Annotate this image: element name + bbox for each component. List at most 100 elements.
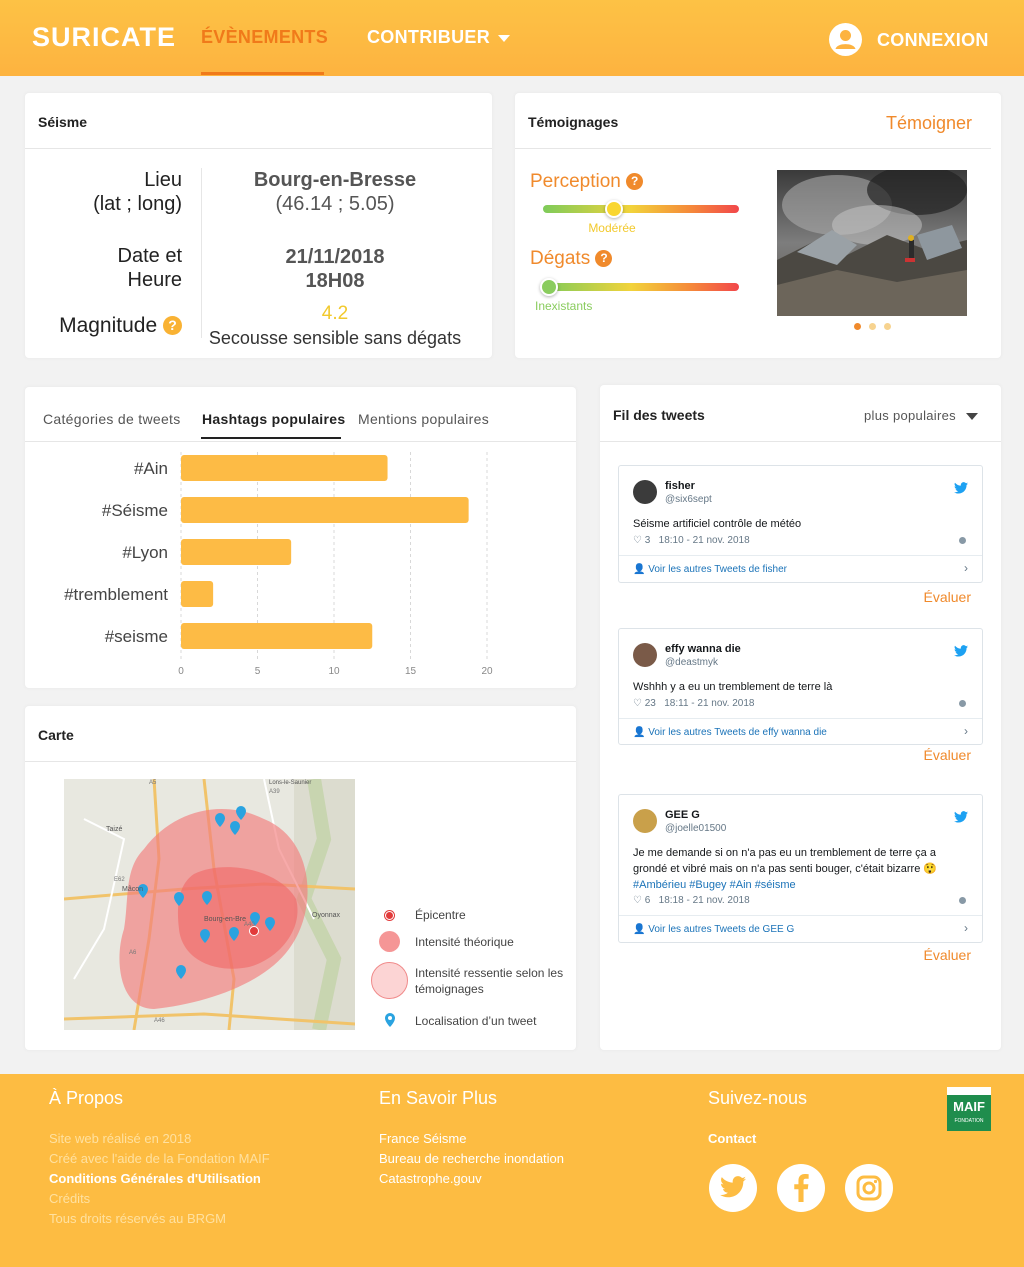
tab-hashtags[interactable]: Hashtags populaires bbox=[202, 411, 345, 427]
twitter-bird-icon[interactable] bbox=[954, 645, 968, 657]
nav-login[interactable]: CONNEXION bbox=[877, 30, 989, 51]
help-icon[interactable]: ? bbox=[163, 316, 182, 335]
legend-theorique: Intensité théorique bbox=[415, 935, 514, 949]
map-label-oyonnax: Oyonnax bbox=[312, 912, 341, 919]
place-label: Lieu (lat ; long) bbox=[93, 169, 182, 215]
map-label-taize: Taizé bbox=[106, 826, 122, 833]
tweets-title: Fil des tweets bbox=[613, 407, 705, 423]
nav-events[interactable]: ÉVÈNEMENTS bbox=[201, 27, 328, 48]
tweet-embed[interactable]: GEE G @joelle01500 Je me demande si on n… bbox=[618, 794, 983, 943]
tab-mentions[interactable]: Mentions populaires bbox=[358, 411, 489, 427]
tweet-more-link[interactable]: 👤 Voir les autres Tweets de effy wanna d… bbox=[633, 727, 827, 738]
footer-link-brgm[interactable]: Bureau de recherche inondation bbox=[379, 1149, 564, 1169]
twitter-bird-icon[interactable] bbox=[954, 811, 968, 823]
twitter-button[interactable] bbox=[709, 1164, 757, 1212]
logo-band bbox=[947, 1087, 991, 1095]
carousel-dot[interactable] bbox=[884, 323, 891, 330]
user-icon[interactable] bbox=[829, 23, 862, 56]
tweet-time: 18:11 - 21 nov. 2018 bbox=[664, 698, 755, 709]
tweet-divider bbox=[619, 915, 982, 916]
rate-button[interactable]: Évaluer bbox=[924, 589, 971, 605]
temoigner-button[interactable]: Témoigner bbox=[886, 113, 972, 134]
vertical-divider bbox=[201, 168, 202, 338]
info-icon[interactable] bbox=[959, 700, 966, 707]
degats-gauge-knob bbox=[539, 278, 558, 296]
card-divider bbox=[25, 148, 492, 149]
tweet-embed[interactable]: fisher @six6sept Séisme artificiel contr… bbox=[618, 465, 983, 583]
help-icon[interactable]: ? bbox=[626, 173, 644, 190]
footer-link-france-seisme[interactable]: France Séisme bbox=[379, 1129, 466, 1149]
tweet-divider bbox=[619, 718, 982, 719]
category-label: #Séisme bbox=[102, 501, 168, 520]
instagram-icon bbox=[856, 1175, 882, 1201]
bar[interactable] bbox=[181, 539, 292, 565]
footer-terms-link[interactable]: Conditions Générales d'Utilisation bbox=[49, 1169, 261, 1189]
bar[interactable] bbox=[181, 455, 388, 481]
event-map[interactable]: Taizé Mâcon Bourg-en-Bre Oyonnax Lons-le… bbox=[64, 779, 355, 1030]
rate-button[interactable]: Évaluer bbox=[924, 947, 971, 963]
degats-title-row: Dégats ? bbox=[530, 248, 613, 270]
footer-about-line: Tous droits réservés au BRGM bbox=[49, 1211, 227, 1226]
site-logo[interactable]: SURICATE bbox=[32, 22, 176, 53]
place-value-block: Bourg-en-Bresse (46.14 ; 5.05) bbox=[205, 168, 465, 216]
info-icon[interactable] bbox=[959, 537, 966, 544]
facebook-button[interactable] bbox=[777, 1164, 825, 1212]
maif-logo-text: MAIF bbox=[953, 1099, 985, 1114]
tweet-location-icon bbox=[385, 1013, 395, 1027]
tweet-more-link[interactable]: 👤 Voir les autres Tweets de fisher bbox=[633, 564, 787, 575]
x-tick-label: 20 bbox=[481, 666, 493, 677]
instagram-button[interactable] bbox=[845, 1164, 893, 1212]
card-divider bbox=[515, 148, 991, 149]
tweet-embed[interactable]: effy wanna die @deastmyk Wshhh y a eu un… bbox=[618, 628, 983, 745]
tweet-text: Je me demande si on n'a pas eu un trembl… bbox=[633, 847, 938, 875]
tab-active-indicator bbox=[201, 437, 341, 439]
avatar bbox=[633, 809, 657, 833]
map-label-a6: A6 bbox=[129, 950, 137, 956]
intensity-felt-icon bbox=[371, 962, 408, 999]
person-icon: 👤 bbox=[633, 924, 646, 935]
tweet-author-handle: @six6sept bbox=[665, 494, 712, 505]
card-divider bbox=[25, 761, 576, 762]
bar[interactable] bbox=[181, 581, 214, 607]
footer-about-title: À Propos bbox=[49, 1088, 124, 1108]
tab-categories[interactable]: Catégories de tweets bbox=[43, 411, 181, 427]
perception-gauge-knob bbox=[604, 200, 623, 218]
maif-logo-subtext: FONDATION bbox=[954, 1118, 984, 1124]
magnitude-description: Secousse sensible sans dégats bbox=[208, 328, 462, 348]
category-label: #Ain bbox=[134, 459, 168, 478]
tweet-author-handle: @joelle01500 bbox=[665, 823, 727, 834]
maif-foundation-logo[interactable]: MAIF FONDATION bbox=[947, 1087, 991, 1131]
chevron-right-icon: › bbox=[964, 724, 968, 738]
tweet-likes: 3 bbox=[644, 535, 651, 546]
twitter-bird-icon[interactable] bbox=[954, 482, 968, 494]
intensity-theoretical-icon bbox=[379, 931, 400, 952]
sort-dropdown[interactable]: plus populaires bbox=[864, 408, 978, 423]
footer-credits-link[interactable]: Crédits bbox=[49, 1189, 90, 1209]
map-label-a46: A46 bbox=[154, 1018, 165, 1024]
legend-epicentre: Épicentre bbox=[415, 908, 466, 922]
tweet-hashtags[interactable]: #Ambérieu #Bugey #Ain #séisme bbox=[633, 879, 796, 891]
category-label: #seisme bbox=[105, 627, 168, 646]
nav-active-indicator bbox=[201, 72, 324, 75]
footer-link-catastrophe[interactable]: Catastrophe.gouv bbox=[379, 1169, 482, 1189]
help-icon[interactable]: ? bbox=[595, 250, 613, 267]
x-tick-label: 10 bbox=[328, 666, 340, 677]
nav-contribute[interactable]: CONTRIBUER bbox=[367, 27, 510, 48]
tweets-card: Fil des tweets plus populaires fisher @s… bbox=[600, 385, 1001, 1050]
rate-button[interactable]: Évaluer bbox=[924, 747, 971, 763]
tweet-text-block: Je me demande si on n'a pas eu un trembl… bbox=[633, 845, 963, 893]
hashtags-bar-chart: 0 5 10 15 20 #Ain #Séisme #Lyon #tremblement #sei… bbox=[64, 452, 493, 677]
footer-contact-link[interactable]: Contact bbox=[708, 1129, 756, 1149]
nav-contribute-label: CONTRIBUER bbox=[367, 27, 490, 47]
degats-value: Inexistants bbox=[535, 299, 593, 313]
tweet-more-label: Voir les autres Tweets de fisher bbox=[648, 564, 788, 575]
seisme-card: Séisme Lieu (lat ; long) Date et Heure M… bbox=[25, 93, 492, 358]
bar[interactable] bbox=[181, 497, 469, 523]
person-icon: 👤 bbox=[633, 727, 646, 738]
testimony-photo[interactable] bbox=[777, 170, 967, 316]
carousel-dot[interactable] bbox=[869, 323, 876, 330]
bar[interactable] bbox=[181, 623, 373, 649]
carousel-dot[interactable] bbox=[854, 323, 861, 330]
info-icon[interactable] bbox=[959, 897, 966, 904]
tweet-more-link[interactable]: 👤 Voir les autres Tweets de GEE G bbox=[633, 924, 794, 935]
